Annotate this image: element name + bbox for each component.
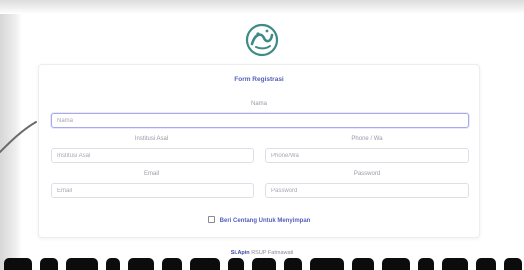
password-input[interactable]: [265, 183, 469, 198]
registration-page: Form Registrasi Nama Institusi Asal Phon…: [0, 0, 524, 270]
password-label: Password: [353, 171, 381, 177]
remember-checkbox[interactable]: [207, 216, 215, 223]
phone-input[interactable]: [265, 148, 469, 163]
nama-input[interactable]: [51, 113, 469, 128]
phone-label: Phone / Wa: [351, 136, 383, 142]
email-label: Email: [143, 171, 159, 177]
calligraphy-logo-icon: [245, 23, 279, 57]
institusi-label: Institusi Asal: [134, 136, 169, 142]
institusi-input[interactable]: [51, 148, 254, 163]
email-input[interactable]: [51, 183, 254, 198]
nama-label: Nama: [250, 101, 267, 107]
bottom-cutoff-text-decoration: [0, 256, 524, 270]
registration-form-card: Form Registrasi Nama Institusi Asal Phon…: [38, 64, 480, 238]
remember-row: Beri Centang Untuk Menyimpan: [39, 216, 479, 224]
background-swoosh: [0, 121, 37, 153]
remember-label[interactable]: Beri Centang Untuk Menyimpan: [220, 218, 311, 224]
form-title: Form Registrasi: [234, 76, 284, 83]
background-top-fade: [0, 0, 524, 14]
